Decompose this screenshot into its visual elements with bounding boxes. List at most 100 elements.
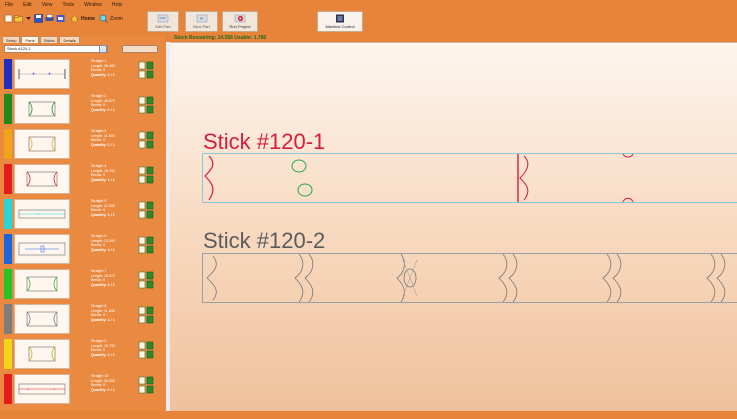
print-icon[interactable] bbox=[45, 14, 54, 23]
part-item-9[interactable]: Straight 9 Length: 15.750 Bends: 0 Quantity… bbox=[4, 337, 161, 371]
part-lock-icon bbox=[138, 271, 154, 289]
run-project-button[interactable]: Run Project bbox=[222, 11, 258, 32]
part-details: Straight 2 Length: 15.672 Bends: 0 Quantity… bbox=[91, 94, 115, 112]
part-quantity: Quantity: 1 / 1 bbox=[91, 212, 115, 217]
tab-sticks[interactable]: Sticks bbox=[39, 36, 59, 43]
stick-2-title: Stick #120-2 bbox=[203, 228, 326, 253]
part-item-1[interactable]: + + Straight 1 Length: 36.484 Bends: 0 Quanti… bbox=[4, 57, 161, 91]
part-lock-icon bbox=[138, 96, 154, 114]
part-1-thumbnail: + + bbox=[14, 59, 70, 89]
next-part-label: Next Part bbox=[193, 24, 210, 29]
part-quantity: Quantity: 1 / 1 bbox=[91, 352, 115, 357]
machine-control-label: Machine Control bbox=[325, 24, 355, 29]
home-icon[interactable] bbox=[70, 14, 79, 23]
part-action-icons[interactable] bbox=[138, 306, 154, 324]
part-lock-icon bbox=[138, 341, 154, 359]
part-quantity: Quantity: 1 / 1 bbox=[91, 177, 115, 182]
tab-parts[interactable]: Parts bbox=[21, 36, 39, 43]
filter-select[interactable] bbox=[122, 45, 158, 53]
stock-remaining-text: Stock Remaining: 14.556 Usable: 1.780 bbox=[174, 35, 267, 41]
edit-part-button[interactable]: Edit Part bbox=[147, 11, 179, 32]
menu-edit[interactable]: Edit bbox=[18, 0, 37, 10]
panel-tabs: Setup Parts Sticks Details bbox=[2, 36, 80, 43]
part-action-icons[interactable] bbox=[138, 341, 154, 359]
edit-part-label: Edit Part bbox=[155, 24, 171, 29]
part-quantity: Quantity: 1 / 1 bbox=[91, 282, 115, 287]
machine-control-button[interactable]: Machine Control bbox=[317, 11, 363, 32]
part-item-4[interactable]: Straight 4 Length: 15.750 Bends: 0 Quantity… bbox=[4, 162, 161, 196]
part-lock-icon bbox=[138, 131, 154, 149]
part-8-thumbnail bbox=[14, 304, 70, 334]
part-lock-icon bbox=[138, 306, 154, 324]
part-color-swatch bbox=[4, 339, 12, 369]
dropdown-arrow-icon[interactable] bbox=[24, 14, 33, 23]
part-lock-icon bbox=[138, 236, 154, 254]
part-color-swatch bbox=[4, 374, 12, 404]
part-action-icons[interactable] bbox=[138, 131, 154, 149]
menu-window[interactable]: Window bbox=[79, 0, 107, 10]
part-6-thumbnail bbox=[14, 234, 70, 264]
next-part-icon bbox=[196, 14, 207, 23]
stick-1-bar[interactable] bbox=[202, 153, 737, 203]
edit-part-icon bbox=[157, 14, 169, 23]
part-details: Straight 3 Length: 11.500 Bends: 0 Quantity… bbox=[91, 129, 115, 147]
part-action-icons[interactable] bbox=[138, 166, 154, 184]
part-action-icons[interactable] bbox=[138, 96, 154, 114]
export-icon[interactable] bbox=[56, 14, 65, 23]
part-color-swatch bbox=[4, 269, 12, 299]
part-item-10[interactable]: + + Straight 10 Length: 36.000 Bends: 0 Quant… bbox=[4, 372, 161, 406]
svg-text:+: + bbox=[48, 72, 51, 78]
stick-select-value: Stock #120-1 bbox=[7, 46, 31, 51]
stick-select[interactable]: Stock #120-1 ▾ bbox=[4, 45, 108, 53]
part-2-thumbnail bbox=[14, 94, 70, 124]
part-details: Straight 4 Length: 15.750 Bends: 0 Quantity… bbox=[91, 164, 115, 182]
part-color-swatch bbox=[4, 234, 12, 264]
next-part-button[interactable]: Next Part bbox=[185, 11, 218, 32]
part-lock-icon bbox=[138, 61, 154, 79]
part-7-thumbnail bbox=[14, 269, 70, 299]
menu-bar: File Edit View Tools Window Help bbox=[0, 0, 127, 10]
next-stick-icon[interactable] bbox=[99, 45, 107, 53]
stick-2-bar[interactable] bbox=[202, 253, 737, 303]
home-label[interactable]: Home bbox=[81, 16, 95, 22]
part-action-icons[interactable] bbox=[138, 201, 154, 219]
parts-panel: Setup Parts Sticks Details Stock #120-1 … bbox=[0, 36, 166, 419]
new-file-icon[interactable] bbox=[4, 14, 13, 23]
part-item-7[interactable]: Straight 7 Length: 15.672 Bends: 0 Quantity… bbox=[4, 267, 161, 301]
open-folder-icon[interactable] bbox=[14, 14, 23, 23]
part-item-6[interactable]: Straight 6 Length: 23.000 Bends: 0 Quantity… bbox=[4, 232, 161, 266]
tab-setup[interactable]: Setup bbox=[2, 36, 21, 43]
part-item-2[interactable]: Straight 2 Length: 15.672 Bends: 0 Quantity… bbox=[4, 92, 161, 126]
part-item-8[interactable]: Straight 8 Length: 11.500 Bends: 0 Quantity… bbox=[4, 302, 161, 336]
part-action-icons[interactable] bbox=[138, 61, 154, 79]
part-lock-icon bbox=[138, 201, 154, 219]
menu-help[interactable]: Help bbox=[107, 0, 127, 10]
stick-1-cut-profile bbox=[204, 154, 634, 202]
menu-view[interactable]: View bbox=[37, 0, 58, 10]
bottom-bar bbox=[0, 411, 737, 419]
part-details: Straight 6 Length: 23.000 Bends: 0 Quantity… bbox=[91, 234, 115, 252]
canvas-top-edge bbox=[170, 42, 737, 43]
menu-file[interactable]: File bbox=[0, 0, 18, 10]
run-project-icon bbox=[234, 14, 246, 23]
toolbar: Home Zoom Edit Part Next Part Run Projec… bbox=[0, 10, 737, 32]
part-item-5[interactable]: + Straight 5 Length: 22.000 Bends: 0 Quantit… bbox=[4, 197, 161, 231]
application-window: File Edit View Tools Window Help Home Zo… bbox=[0, 0, 737, 419]
save-icon[interactable] bbox=[34, 14, 43, 23]
part-lock-icon bbox=[138, 376, 154, 394]
part-item-3[interactable]: Straight 3 Length: 11.500 Bends: 0 Quantity… bbox=[4, 127, 161, 161]
part-details: Straight 7 Length: 15.672 Bends: 0 Quantity… bbox=[91, 269, 115, 287]
zoom-label[interactable]: Zoom bbox=[110, 16, 123, 22]
part-details: Straight 9 Length: 15.750 Bends: 0 Quantity… bbox=[91, 339, 115, 357]
part-quantity: Quantity: 1 / 1 bbox=[91, 317, 115, 322]
part-quantity: Quantity: 1 / 1 bbox=[91, 107, 115, 112]
part-action-icons[interactable] bbox=[138, 271, 154, 289]
stick-1-title: Stick #120-1 bbox=[203, 129, 326, 154]
zoom-icon[interactable] bbox=[99, 14, 108, 23]
part-action-icons[interactable] bbox=[138, 236, 154, 254]
top-chrome: File Edit View Tools Window Help Home Zo… bbox=[0, 0, 737, 35]
part-quantity: Quantity: 1 / 1 bbox=[91, 387, 115, 392]
part-action-icons[interactable] bbox=[138, 376, 154, 394]
menu-tools[interactable]: Tools bbox=[57, 0, 79, 10]
tab-details[interactable]: Details bbox=[59, 36, 80, 43]
